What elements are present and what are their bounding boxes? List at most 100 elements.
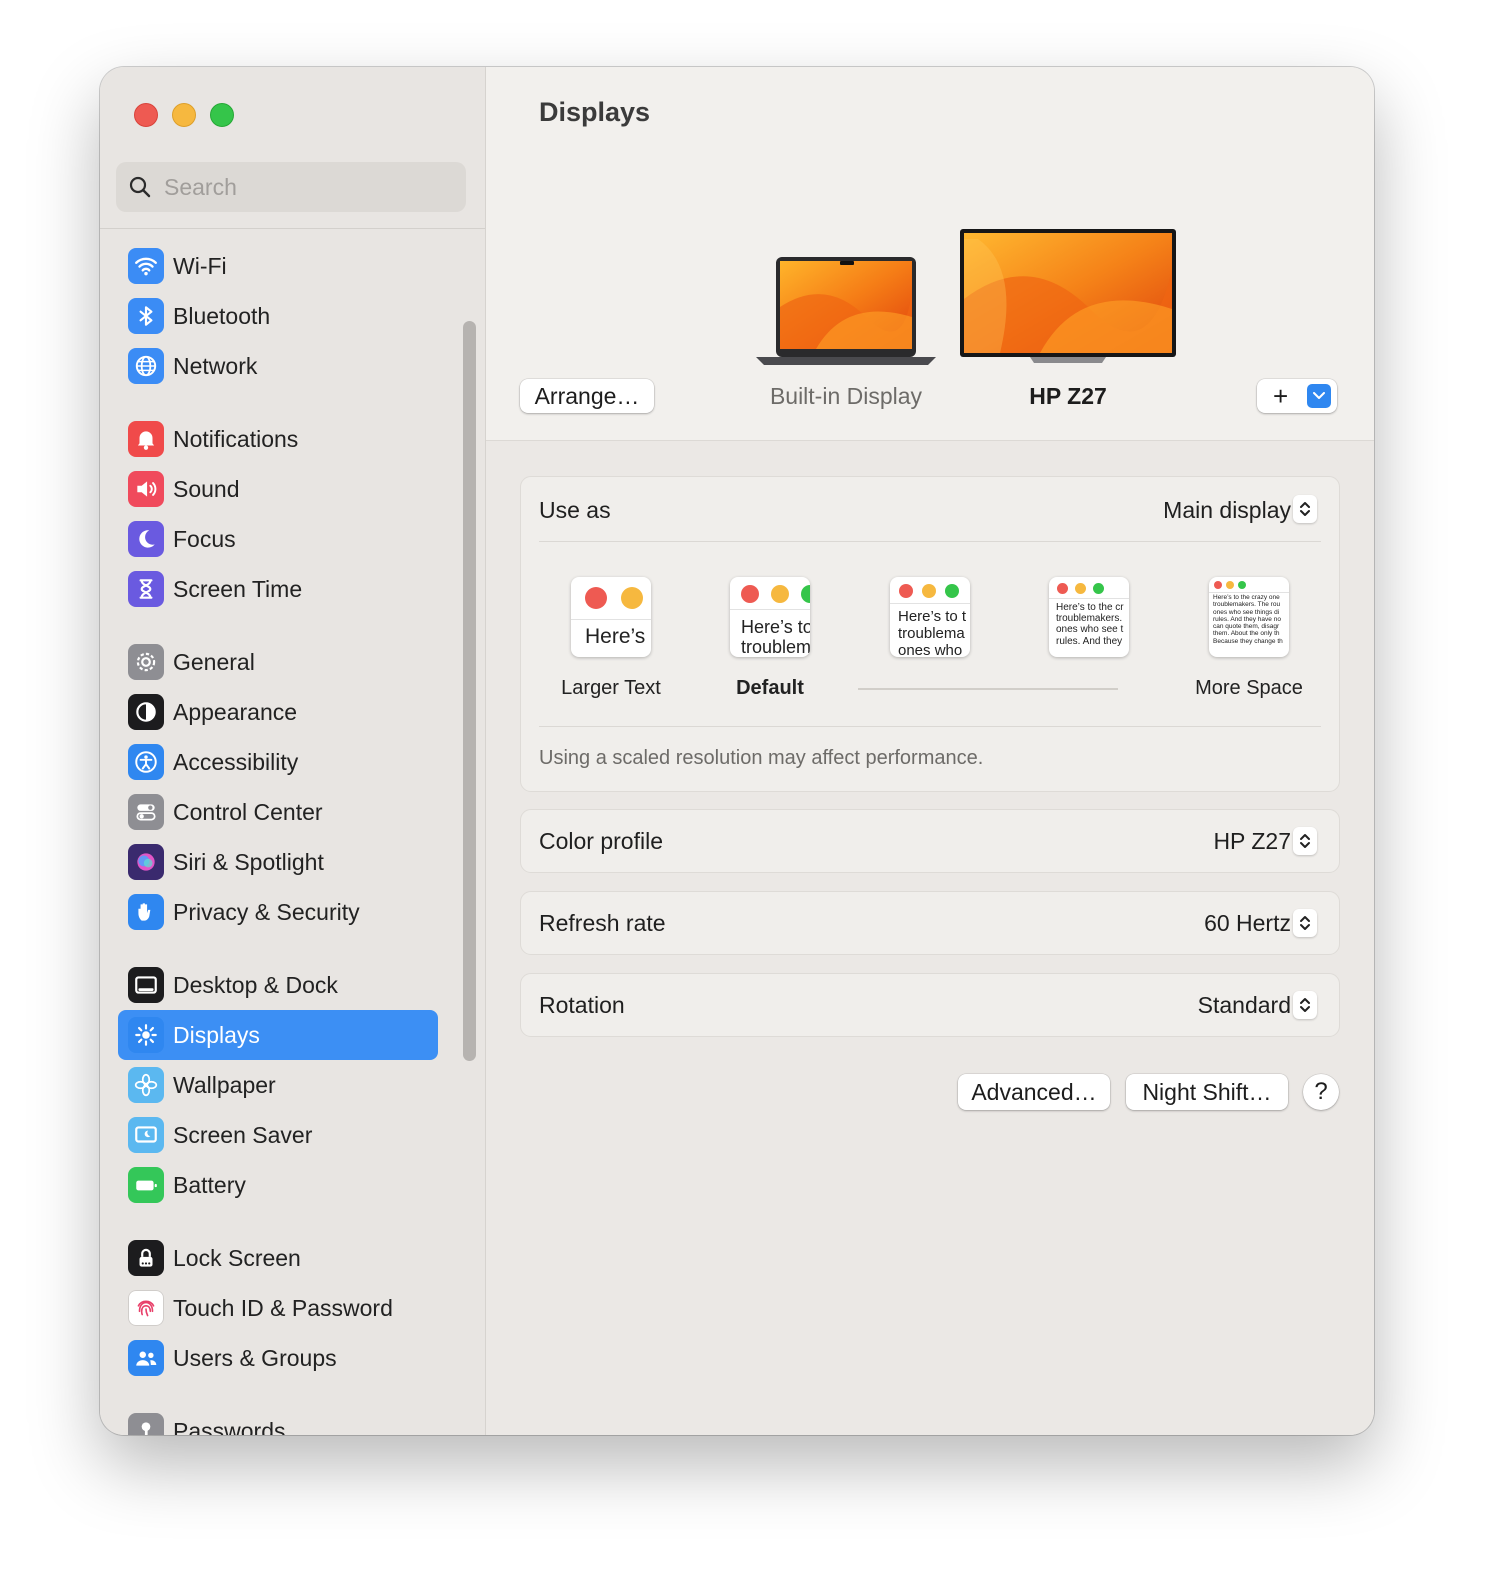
external-display-thumbnail[interactable] xyxy=(960,229,1176,374)
refresh-rate-value[interactable]: 60 Hertz xyxy=(1204,910,1291,937)
sidebar-item-accessibility[interactable]: Accessibility xyxy=(118,737,438,787)
sidebar-item-screen-saver[interactable]: Screen Saver xyxy=(118,1110,438,1160)
fingerprint-icon xyxy=(128,1290,164,1326)
resolution-option-default[interactable]: Here’s to troublem xyxy=(730,577,810,657)
sidebar-item-label: Siri & Spotlight xyxy=(173,848,324,875)
sidebar-item-displays[interactable]: Displays xyxy=(118,1010,438,1060)
sidebar-item-label: Lock Screen xyxy=(173,1244,301,1271)
resolution-option-more-space[interactable]: Here’s to the crazy one troublemakers. T… xyxy=(1209,577,1289,657)
zoom-window-button[interactable] xyxy=(210,103,234,127)
sidebar-item-wallpaper[interactable]: Wallpaper xyxy=(118,1060,438,1110)
resolution-option-3[interactable]: Here’s to t troublema ones who xyxy=(890,577,970,657)
default-label: Default xyxy=(736,677,804,699)
search-icon xyxy=(129,176,151,198)
sidebar-item-desktop-and-dock[interactable]: Desktop & Dock xyxy=(118,960,438,1010)
use-as-stepper[interactable] xyxy=(1293,495,1317,523)
sidebar-item-screen-time[interactable]: Screen Time xyxy=(118,564,438,614)
sidebar-item-label: Passwords xyxy=(173,1417,286,1436)
screensaver-icon xyxy=(128,1117,164,1153)
sidebar-scrollbar[interactable] xyxy=(463,321,476,1061)
displays-arrangement-area: Displays Built-in Display HP Z27 Arrange… xyxy=(486,67,1374,441)
sidebar-item-siri-and-spotlight[interactable]: Siri & Spotlight xyxy=(118,837,438,887)
sidebar-item-passwords[interactable]: Passwords xyxy=(118,1406,438,1435)
minimize-window-button[interactable] xyxy=(172,103,196,127)
sidebar-item-label: Wi-Fi xyxy=(173,252,227,279)
night-shift-button[interactable]: Night Shift… xyxy=(1126,1074,1288,1110)
search-input[interactable] xyxy=(162,172,446,202)
larger-text-label: Larger Text xyxy=(561,677,661,699)
sidebar: Wi-Fi Bluetooth Network Notifications Sound F… xyxy=(100,67,486,1435)
builtin-display-label[interactable]: Built-in Display xyxy=(726,383,966,410)
color-profile-stepper[interactable] xyxy=(1293,827,1317,855)
sidebar-item-touch-id-and-password[interactable]: Touch ID & Password xyxy=(118,1283,438,1333)
builtin-display-thumbnail[interactable] xyxy=(756,257,936,372)
sidebar-scroll-area: Wi-Fi Bluetooth Network Notifications Sound F… xyxy=(100,229,485,1435)
search-field[interactable] xyxy=(116,162,466,212)
sidebar-item-focus[interactable]: Focus xyxy=(118,514,438,564)
chevron-updown-icon xyxy=(1300,916,1310,930)
sidebar-item-sound[interactable]: Sound xyxy=(118,464,438,514)
settings-content: Use as Main display Here’s Here’s to tro… xyxy=(486,441,1374,1435)
use-as-label: Use as xyxy=(539,497,611,523)
sidebar-item-label: Wallpaper xyxy=(173,1071,276,1098)
sidebar-item-wi-fi[interactable]: Wi-Fi xyxy=(118,241,438,291)
sidebar-item-label: Touch ID & Password xyxy=(173,1294,393,1321)
sidebar-item-label: Desktop & Dock xyxy=(173,971,338,998)
sidebar-item-privacy-and-security[interactable]: Privacy & Security xyxy=(118,887,438,937)
users-icon xyxy=(128,1340,164,1376)
sidebar-item-general[interactable]: General xyxy=(118,637,438,687)
key-icon xyxy=(128,1413,164,1435)
use-as-value[interactable]: Main display xyxy=(1163,497,1291,524)
resolution-option-4[interactable]: Here’s to the cr troublemakers. ones who… xyxy=(1049,577,1129,657)
add-display-button[interactable]: + xyxy=(1257,379,1337,413)
sidebar-item-label: Screen Time xyxy=(173,575,303,602)
rotation-value[interactable]: Standard xyxy=(1198,992,1291,1019)
chevron-down-icon[interactable] xyxy=(1307,384,1331,408)
sidebar-item-battery[interactable]: Battery xyxy=(118,1160,438,1210)
lock-icon xyxy=(128,1240,164,1276)
sidebar-item-appearance[interactable]: Appearance xyxy=(118,687,438,737)
arrange-button[interactable]: Arrange… xyxy=(520,379,654,413)
main-pane: Displays Built-in Display HP Z27 Arrange… xyxy=(486,67,1374,1435)
external-display-label[interactable]: HP Z27 xyxy=(948,383,1188,410)
sidebar-item-notifications[interactable]: Notifications xyxy=(118,414,438,464)
sidebar-item-label: Notifications xyxy=(173,425,299,452)
chevron-updown-icon xyxy=(1300,502,1310,516)
globe-icon xyxy=(128,348,164,384)
advanced-button[interactable]: Advanced… xyxy=(958,1074,1110,1110)
sidebar-list: Wi-Fi Bluetooth Network Notifications Sound F… xyxy=(118,241,438,1435)
sidebar-item-label: Bluetooth xyxy=(173,302,271,329)
dock-icon xyxy=(128,967,164,1003)
speaker-icon xyxy=(128,471,164,507)
sidebar-item-bluetooth[interactable]: Bluetooth xyxy=(118,291,438,341)
rotation-stepper[interactable] xyxy=(1293,991,1317,1019)
sidebar-item-label: Users & Groups xyxy=(173,1344,337,1371)
window-controls xyxy=(134,103,234,127)
close-window-button[interactable] xyxy=(134,103,158,127)
sidebar-item-lock-screen[interactable]: Lock Screen xyxy=(118,1233,438,1283)
sidebar-item-label: Control Center xyxy=(173,798,323,825)
sidebar-item-label: Screen Saver xyxy=(173,1121,313,1148)
sidebar-item-label: Accessibility xyxy=(173,748,299,775)
sidebar-item-control-center[interactable]: Control Center xyxy=(118,787,438,837)
chevron-updown-icon xyxy=(1300,998,1310,1012)
help-button[interactable]: ? xyxy=(1303,1074,1339,1110)
refresh-rate-stepper[interactable] xyxy=(1293,909,1317,937)
sidebar-item-users-and-groups[interactable]: Users & Groups xyxy=(118,1333,438,1383)
color-profile-value[interactable]: HP Z27 xyxy=(1213,828,1291,855)
more-space-label: More Space xyxy=(1195,677,1303,699)
resolution-sample-text: Here’s to the cr troublemakers. ones who… xyxy=(1056,602,1124,647)
sidebar-item-label: Focus xyxy=(173,525,236,552)
sidebar-item-network[interactable]: Network xyxy=(118,341,438,391)
hand-icon xyxy=(128,894,164,930)
resolution-sample-text: Here’s xyxy=(585,625,646,648)
accessibility-icon xyxy=(128,744,164,780)
sidebar-item-label: General xyxy=(173,648,255,675)
resolution-option-larger-text[interactable]: Here’s xyxy=(571,577,651,657)
chevron-updown-icon xyxy=(1300,834,1310,848)
